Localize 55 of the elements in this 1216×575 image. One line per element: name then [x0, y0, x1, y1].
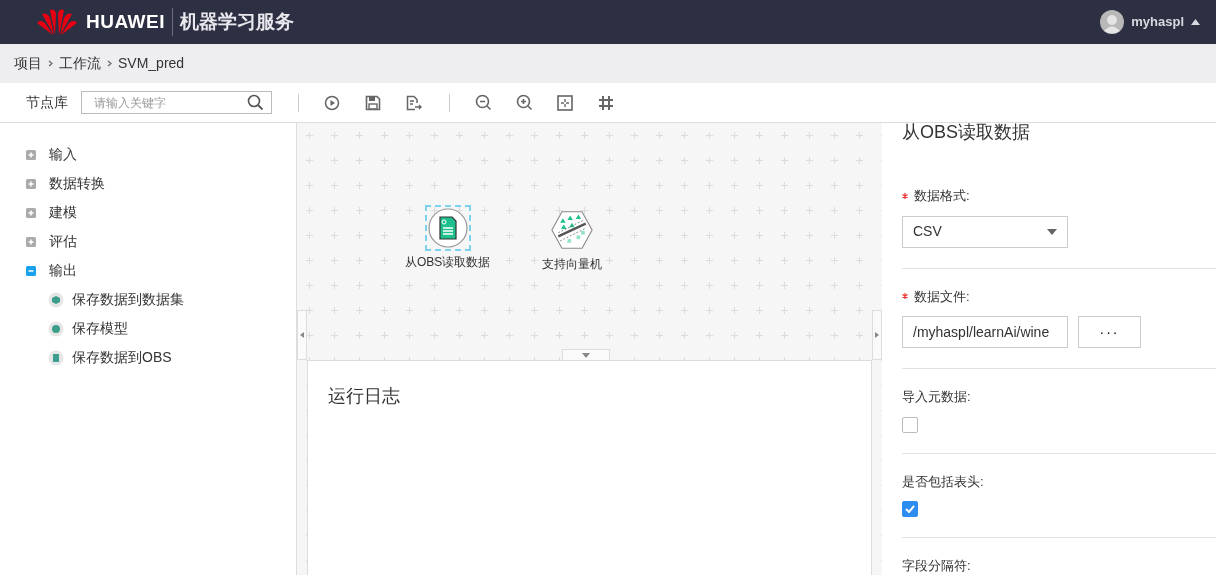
expand-icon[interactable] — [26, 149, 36, 160]
scatter-hexagon-icon — [551, 209, 593, 251]
checkbox[interactable] — [902, 416, 918, 433]
tree-item[interactable]: 数据转换 — [0, 169, 296, 198]
workflow-node[interactable]: 支持向量机 — [542, 207, 602, 273]
brand-name: HUAWEI — [86, 9, 165, 34]
zoom-in-button[interactable] — [514, 92, 534, 113]
search-field[interactable]: 请输入关键字 — [81, 91, 272, 114]
expand-icon[interactable] — [26, 178, 36, 189]
expand-icon[interactable] — [26, 236, 36, 247]
field-label: 字段分隔符: — [902, 557, 971, 575]
tree-item[interactable]: 输出 — [0, 256, 296, 285]
workflow-node[interactable]: 从OBS读取数据 — [405, 205, 491, 271]
panel-title: 节点库 — [26, 93, 68, 112]
browse-button[interactable]: ··· — [1078, 316, 1141, 348]
panel-title: 从OBS读取数据 — [902, 123, 1031, 144]
user-name[interactable]: myhaspl — [1131, 12, 1184, 32]
chevron-icon — [107, 60, 112, 67]
tree-item[interactable]: 输入 — [0, 140, 296, 169]
expand-icon[interactable] — [26, 207, 36, 218]
module-icon — [48, 349, 64, 366]
product-title: 机器学习服务 — [180, 9, 294, 34]
tree-item[interactable]: 评估 — [0, 227, 296, 256]
flower-logo-icon — [36, 8, 78, 36]
collapse-handle[interactable] — [297, 310, 307, 360]
checkbox[interactable] — [902, 501, 918, 517]
search-icon[interactable] — [247, 94, 264, 111]
module-icon — [48, 291, 64, 308]
breadcrumb-link[interactable]: 项目 — [14, 53, 42, 74]
zoom-out-button[interactable] — [473, 92, 493, 113]
collapse-handle[interactable] — [872, 310, 882, 360]
field-label: 数据文件: — [914, 287, 970, 306]
chevron-icon — [48, 60, 53, 67]
breadcrumb-current: SVM_pred — [118, 54, 185, 73]
caret-icon — [1047, 228, 1057, 235]
fit-view-button[interactable] — [555, 92, 575, 113]
avatar-icon — [1100, 10, 1125, 34]
collapse-icon[interactable] — [26, 265, 36, 276]
collapse-tab[interactable] — [562, 349, 610, 360]
caret-icon[interactable] — [1191, 19, 1200, 25]
field-label: 是否包括表头: — [902, 472, 984, 491]
breadcrumb-link[interactable]: 工作流 — [59, 53, 101, 74]
workflow-canvas[interactable]: 运行日志 从OBS读取数据 支持向量机 — [297, 123, 882, 575]
module-icon — [48, 320, 64, 337]
check-icon — [905, 505, 915, 513]
field-label: 数据格式: — [914, 187, 970, 205]
format-dropdown[interactable]: CSV — [902, 215, 1068, 248]
tree-item[interactable]: 保存数据到数据集 — [0, 285, 296, 314]
tree-item[interactable]: 保存模型 — [0, 314, 296, 343]
document-icon — [427, 208, 468, 248]
tree-item[interactable]: 保存数据到OBS — [0, 343, 296, 372]
tree-item[interactable]: 建模 — [0, 198, 296, 227]
file-path-field[interactable]: /myhaspl/learnAi/wine — [902, 316, 1068, 348]
log-title: 运行日志 — [328, 385, 401, 408]
field-label: 导入元数据: — [902, 388, 971, 406]
